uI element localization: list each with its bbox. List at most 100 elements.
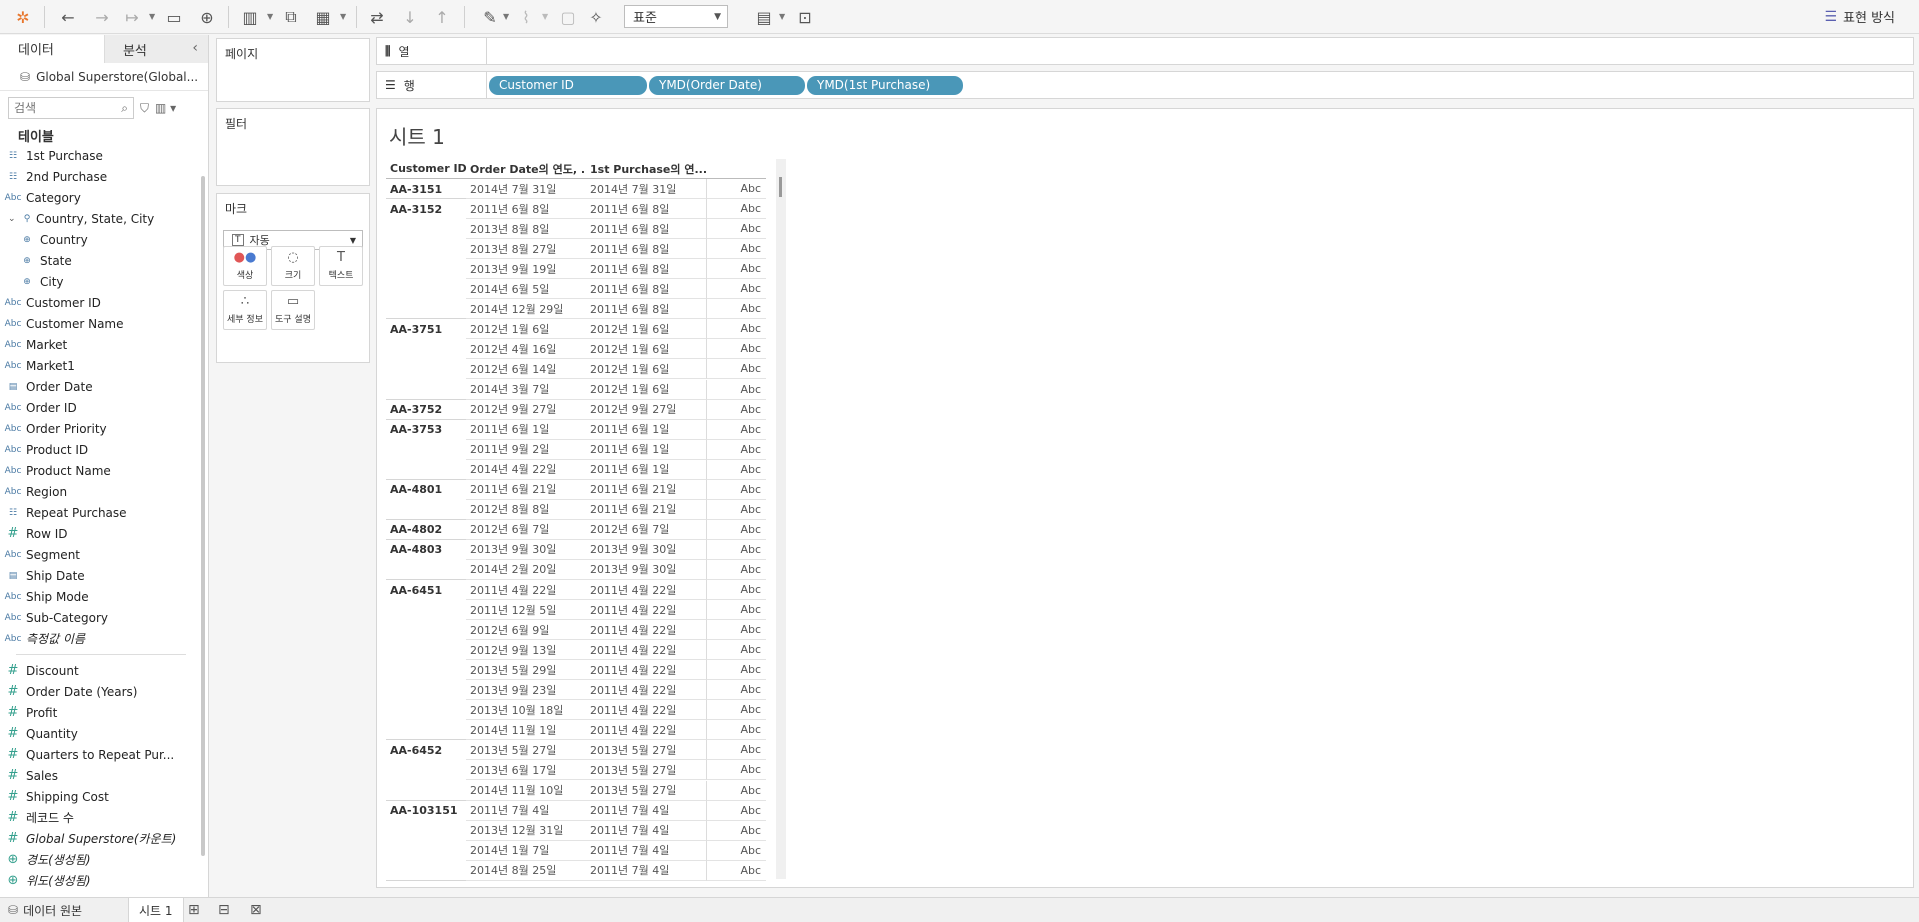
- field-item[interactable]: ⊕ Country: [0, 229, 208, 250]
- pin-icon[interactable]: ✧: [584, 5, 608, 29]
- order-date-cell[interactable]: 2014년 4월 22일: [466, 460, 586, 480]
- detail-mark-button[interactable]: ∴ 세부 정보: [223, 290, 267, 330]
- order-date-cell[interactable]: 2014년 7월 31일: [466, 179, 586, 199]
- field-item[interactable]: Abc Customer ID: [0, 292, 208, 313]
- presentation-icon[interactable]: ⊡: [793, 5, 817, 29]
- order-date-cell[interactable]: 2013년 10월 18일: [466, 700, 586, 721]
- measure-cell[interactable]: Abc: [706, 700, 766, 721]
- customer-id-cell[interactable]: AA-3752: [386, 400, 466, 420]
- order-date-cell[interactable]: 2011년 6월 21일: [466, 480, 586, 500]
- order-date-cell[interactable]: 2014년 11월 1일: [466, 720, 586, 741]
- field-item[interactable]: Abc Market1: [0, 355, 208, 376]
- clear-sheet-icon[interactable]: ▦: [311, 5, 335, 29]
- order-date-cell[interactable]: 2014년 1월 7일: [466, 841, 586, 861]
- first-purchase-cell[interactable]: 2012년 9월 27일: [586, 400, 706, 420]
- first-purchase-cell[interactable]: 2011년 6월 1일: [586, 440, 706, 460]
- filters-card[interactable]: 필터: [216, 108, 370, 186]
- order-date-cell[interactable]: 2013년 9월 30일: [466, 540, 586, 560]
- data-pane-scrollbar[interactable]: [201, 176, 205, 856]
- field-item[interactable]: ⊕ 위도(생성됨): [0, 870, 208, 891]
- field-item[interactable]: ⌄ ⚲ Country, State, City: [0, 208, 208, 229]
- measure-cell[interactable]: Abc: [706, 239, 766, 260]
- customer-id-cell[interactable]: AA-6452: [386, 740, 466, 760]
- new-worksheet-caret[interactable]: ▼: [267, 12, 273, 21]
- order-date-cell[interactable]: 2013년 12월 31일: [466, 821, 586, 841]
- measure-cell[interactable]: Abc: [706, 379, 766, 400]
- columns-shelf[interactable]: ⫼ 열: [376, 37, 1914, 65]
- color-mark-button[interactable]: ●● 색상: [223, 246, 267, 286]
- measure-cell[interactable]: Abc: [706, 820, 766, 841]
- first-purchase-cell[interactable]: 2013년 9월 30일: [586, 560, 706, 580]
- measure-cell[interactable]: Abc: [706, 720, 766, 741]
- first-purchase-cell[interactable]: 2011년 7월 4일: [586, 801, 706, 821]
- field-item[interactable]: # Quantity: [0, 723, 208, 744]
- field-item[interactable]: ⊕ State: [0, 250, 208, 271]
- highlight-icon[interactable]: ✎: [478, 5, 502, 29]
- order-date-cell[interactable]: 2012년 4월 16일: [466, 339, 586, 360]
- field-item[interactable]: Abc Sub-Category: [0, 607, 208, 628]
- new-worksheet-icon[interactable]: ⊞: [188, 902, 200, 918]
- first-purchase-cell[interactable]: 2012년 1월 6일: [586, 359, 706, 380]
- undo-icon[interactable]: ←: [56, 5, 80, 29]
- pill-customer-id[interactable]: Customer ID: [489, 75, 647, 95]
- first-purchase-cell[interactable]: 2012년 1월 6일: [586, 339, 706, 360]
- redo-icon[interactable]: →: [90, 5, 114, 29]
- order-date-cell[interactable]: 2011년 4월 22일: [466, 580, 586, 600]
- measure-cell[interactable]: Abc: [706, 620, 766, 641]
- labels-icon[interactable]: ▢: [556, 5, 580, 29]
- first-purchase-cell[interactable]: 2011년 4월 22일: [586, 680, 706, 701]
- measure-cell[interactable]: Abc: [706, 199, 766, 220]
- first-purchase-cell[interactable]: 2013년 5월 27일: [586, 781, 706, 801]
- customer-id-cell[interactable]: AA-3151: [386, 179, 466, 199]
- clear-caret[interactable]: ▼: [340, 12, 346, 21]
- field-item[interactable]: Abc Product ID: [0, 439, 208, 460]
- show-me-button[interactable]: ☰ 표현 방식: [1824, 7, 1895, 27]
- measure-cell[interactable]: Abc: [706, 760, 766, 781]
- measure-cell[interactable]: Abc: [706, 580, 766, 600]
- first-purchase-cell[interactable]: 2011년 6월 1일: [586, 420, 706, 440]
- swap-icon[interactable]: ⇄: [365, 5, 389, 29]
- field-item[interactable]: Abc Customer Name: [0, 313, 208, 334]
- header-order-date[interactable]: Order Date의 연도, ...: [466, 159, 586, 179]
- new-worksheet-icon[interactable]: ▥: [238, 5, 262, 29]
- measure-cell[interactable]: Abc: [706, 600, 766, 621]
- measure-cell[interactable]: Abc: [706, 680, 766, 701]
- order-date-cell[interactable]: 2012년 1월 6일: [466, 319, 586, 340]
- order-date-cell[interactable]: 2014년 8월 25일: [466, 861, 586, 881]
- order-date-cell[interactable]: 2012년 6월 7일: [466, 520, 586, 540]
- show-cards-caret[interactable]: ▼: [779, 12, 785, 21]
- order-date-cell[interactable]: 2013년 8월 27일: [466, 239, 586, 260]
- customer-id-cell[interactable]: AA-4801: [386, 480, 466, 500]
- measure-cell[interactable]: Abc: [706, 860, 766, 881]
- field-item[interactable]: Abc Category: [0, 187, 208, 208]
- measure-cell[interactable]: Abc: [706, 800, 766, 821]
- first-purchase-cell[interactable]: 2011년 4월 22일: [586, 660, 706, 681]
- first-purchase-cell[interactable]: 2011년 4월 22일: [586, 600, 706, 621]
- pill-ymd-1st-purchase[interactable]: YMD(1st Purchase): [807, 75, 963, 95]
- measure-cell[interactable]: Abc: [706, 339, 766, 360]
- new-story-icon[interactable]: ⊠: [250, 902, 262, 918]
- first-purchase-cell[interactable]: 2011년 7월 4일: [586, 821, 706, 841]
- tab-data[interactable]: 데이터: [0, 35, 104, 63]
- search-input[interactable]: [14, 101, 110, 115]
- measure-cell[interactable]: Abc: [706, 219, 766, 240]
- measure-cell[interactable]: Abc: [706, 499, 766, 520]
- measure-cell[interactable]: Abc: [706, 539, 766, 560]
- filter-icon[interactable]: ⛉: [140, 101, 149, 116]
- order-date-cell[interactable]: 2013년 9월 23일: [466, 680, 586, 701]
- customer-id-cell[interactable]: AA-3751: [386, 319, 466, 339]
- tableau-logo-icon[interactable]: ✲: [11, 5, 35, 29]
- measure-cell[interactable]: Abc: [706, 399, 766, 420]
- field-item[interactable]: Abc Product Name: [0, 460, 208, 481]
- field-item[interactable]: Abc Region: [0, 481, 208, 502]
- field-item[interactable]: # Profit: [0, 702, 208, 723]
- group-caret[interactable]: ▼: [542, 12, 548, 21]
- field-item[interactable]: ☷ Repeat Purchase: [0, 502, 208, 523]
- order-date-cell[interactable]: 2011년 7월 4일: [466, 801, 586, 821]
- customer-id-cell[interactable]: AA-4802: [386, 520, 466, 540]
- size-mark-button[interactable]: ◌ 크기: [271, 246, 315, 286]
- measure-cell[interactable]: Abc: [706, 279, 766, 300]
- collapse-pane-icon[interactable]: ‹: [192, 40, 198, 56]
- view-scrollbar-thumb[interactable]: [779, 177, 782, 197]
- order-date-cell[interactable]: 2014년 11월 10일: [466, 781, 586, 801]
